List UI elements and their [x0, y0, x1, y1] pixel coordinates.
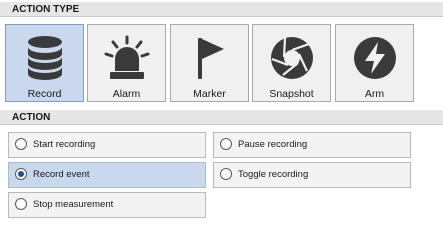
- action-type-label: Marker: [193, 88, 226, 100]
- action-type-label: Arm: [364, 88, 385, 100]
- flag-icon: [184, 32, 236, 84]
- database-icon: [19, 32, 71, 84]
- action-type-alarm-button[interactable]: Alarm: [87, 24, 166, 102]
- radio-button[interactable]: [15, 198, 27, 210]
- action-type-label: Snapshot: [269, 88, 314, 100]
- action-type-label: Record: [27, 88, 62, 100]
- action-type-record-button[interactable]: Record: [5, 24, 84, 102]
- radio-button[interactable]: [15, 138, 27, 150]
- action-option-start-recording[interactable]: Start recording: [8, 132, 206, 158]
- action-option-toggle-recording[interactable]: Toggle recording: [213, 162, 411, 188]
- action-option-label: Toggle recording: [238, 169, 309, 180]
- section-header-action: ACTION: [0, 110, 443, 125]
- action-type-marker-button[interactable]: Marker: [170, 24, 249, 102]
- action-option-label: Pause recording: [238, 139, 308, 150]
- action-option-label: Record event: [33, 169, 90, 180]
- radio-button[interactable]: [220, 168, 232, 180]
- radio-button-selected[interactable]: [15, 168, 27, 180]
- section-header-action-type: ACTION TYPE: [0, 2, 443, 17]
- action-type-snapshot-button[interactable]: Snapshot: [252, 24, 331, 102]
- action-option-label: Start recording: [33, 139, 96, 150]
- action-option-label: Stop measurement: [33, 199, 114, 210]
- aperture-icon: [266, 32, 318, 84]
- radio-dot: [18, 171, 24, 177]
- radio-button[interactable]: [220, 138, 232, 150]
- action-type-arm-button[interactable]: Arm: [335, 24, 414, 102]
- action-option-record-event[interactable]: Record event: [8, 162, 206, 188]
- lightning-icon: [349, 32, 401, 84]
- action-option-stop-measurement[interactable]: Stop measurement: [8, 192, 206, 218]
- siren-icon: [101, 32, 153, 84]
- action-type-label: Alarm: [112, 88, 141, 100]
- action-option-pause-recording[interactable]: Pause recording: [213, 132, 411, 158]
